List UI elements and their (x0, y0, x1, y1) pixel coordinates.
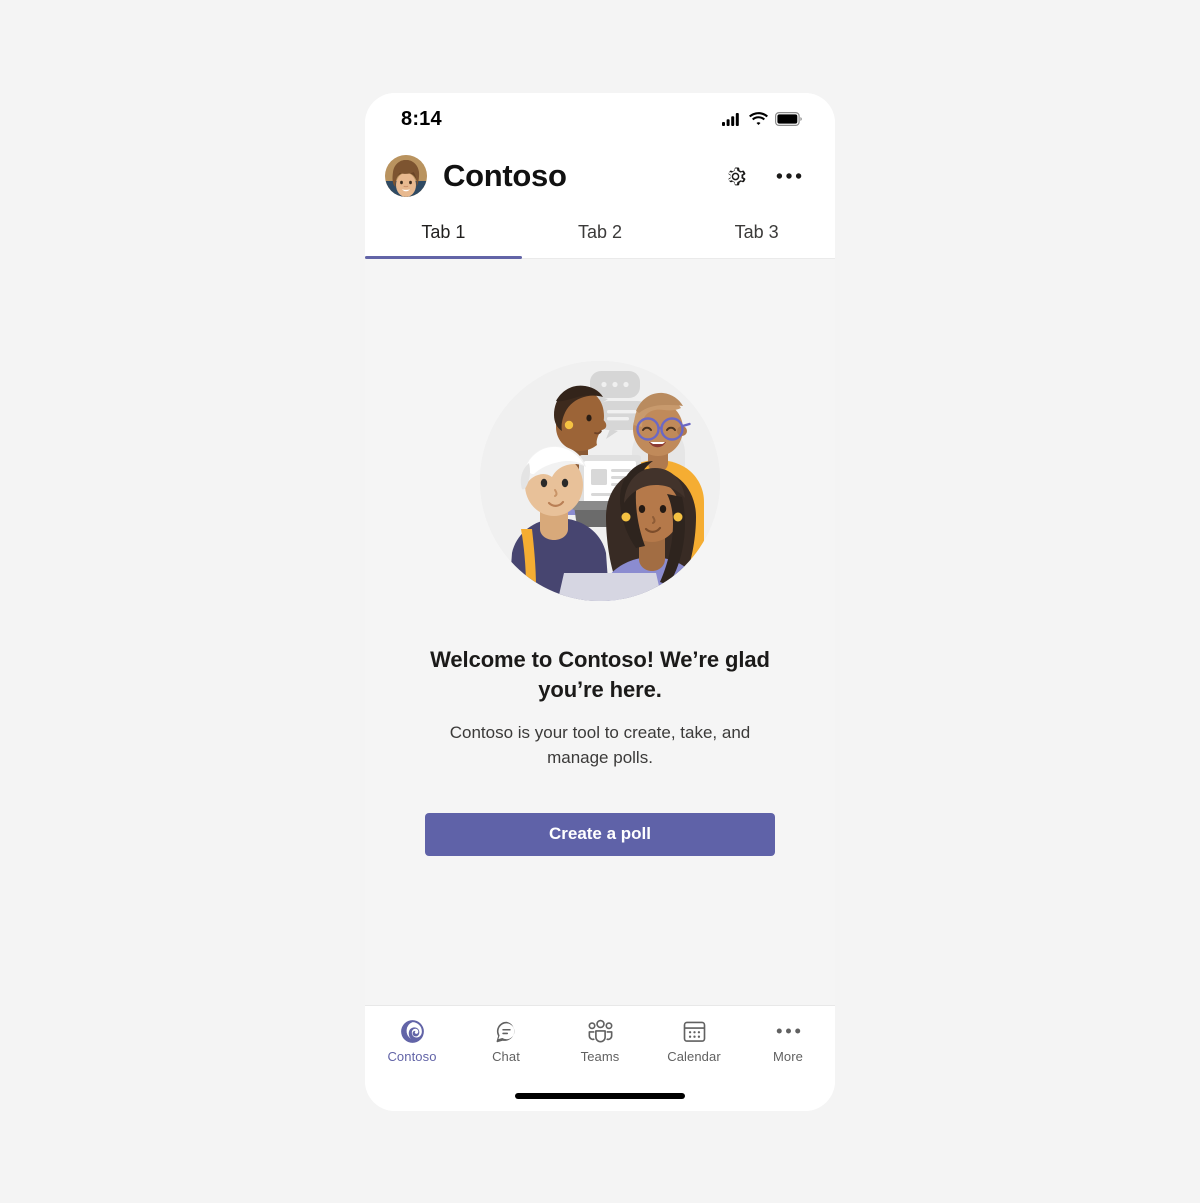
welcome-subtitle: Contoso is your tool to create, take, an… (449, 722, 751, 768)
calendar-icon (679, 1017, 709, 1045)
tab-3[interactable]: Tab 3 (678, 207, 835, 258)
avatar[interactable] (385, 155, 427, 197)
tab-2[interactable]: Tab 2 (522, 207, 679, 258)
tab-2-label: Tab 2 (577, 222, 623, 242)
nav-label-contoso: Contoso (387, 1049, 437, 1064)
gear-icon (728, 167, 745, 185)
phone-frame: 8:14 Contoso Tab 1 Tab 2 Tab 3 Welcome t… (365, 93, 835, 1111)
nav-item-teams[interactable]: Teams (553, 1017, 647, 1064)
avatar-photo (385, 155, 427, 197)
home-indicator-area (365, 1081, 835, 1111)
nav-item-contoso[interactable]: Contoso (365, 1017, 459, 1064)
cellular-signal-icon (722, 113, 739, 126)
main-content: Welcome to Contoso! We’re glad you’re he… (365, 259, 835, 1005)
more-horizontal-icon (773, 1017, 803, 1045)
people-group-icon (585, 1017, 615, 1045)
status-bar-icons (722, 112, 802, 126)
create-poll-button[interactable]: Create a poll (425, 812, 775, 856)
nav-label-teams: Teams (580, 1049, 620, 1064)
laptop (554, 573, 666, 601)
screenshot-canvas: 8:14 Contoso Tab 1 Tab 2 Tab 3 Welcome t… (0, 0, 1200, 1203)
more-options-button[interactable] (769, 156, 809, 196)
wifi-icon (749, 112, 768, 125)
status-bar: 8:14 (365, 93, 835, 145)
app-header: Contoso (365, 145, 835, 207)
welcome-title: Welcome to Contoso! We’re glad you’re he… (430, 647, 770, 703)
tab-1[interactable]: Tab 1 (365, 207, 522, 259)
nav-item-more[interactable]: More (741, 1017, 835, 1064)
bottom-navigation-bar: Contoso Chat Teams Calendar More (365, 1005, 835, 1081)
contoso-spiral-icon (397, 1017, 427, 1045)
nav-item-chat[interactable]: Chat (459, 1017, 553, 1064)
status-bar-time: 8:14 (401, 107, 442, 130)
nav-label-chat: Chat (492, 1049, 520, 1064)
tab-bar: Tab 1 Tab 2 Tab 3 (365, 207, 835, 259)
home-indicator-bar[interactable] (515, 1093, 685, 1099)
settings-button[interactable] (715, 156, 755, 196)
page-title: Contoso (443, 158, 567, 193)
chat-bubble-icon (491, 1017, 521, 1045)
nav-item-calendar[interactable]: Calendar (647, 1017, 741, 1064)
team-collaboration-illustration (476, 357, 724, 605)
nav-label-more: More (772, 1049, 804, 1064)
more-horizontal-icon (776, 173, 802, 179)
tab-3-label: Tab 3 (734, 222, 779, 242)
battery-icon (775, 112, 802, 126)
nav-label-calendar: Calendar (667, 1049, 721, 1064)
tab-1-label: Tab 1 (421, 222, 466, 242)
